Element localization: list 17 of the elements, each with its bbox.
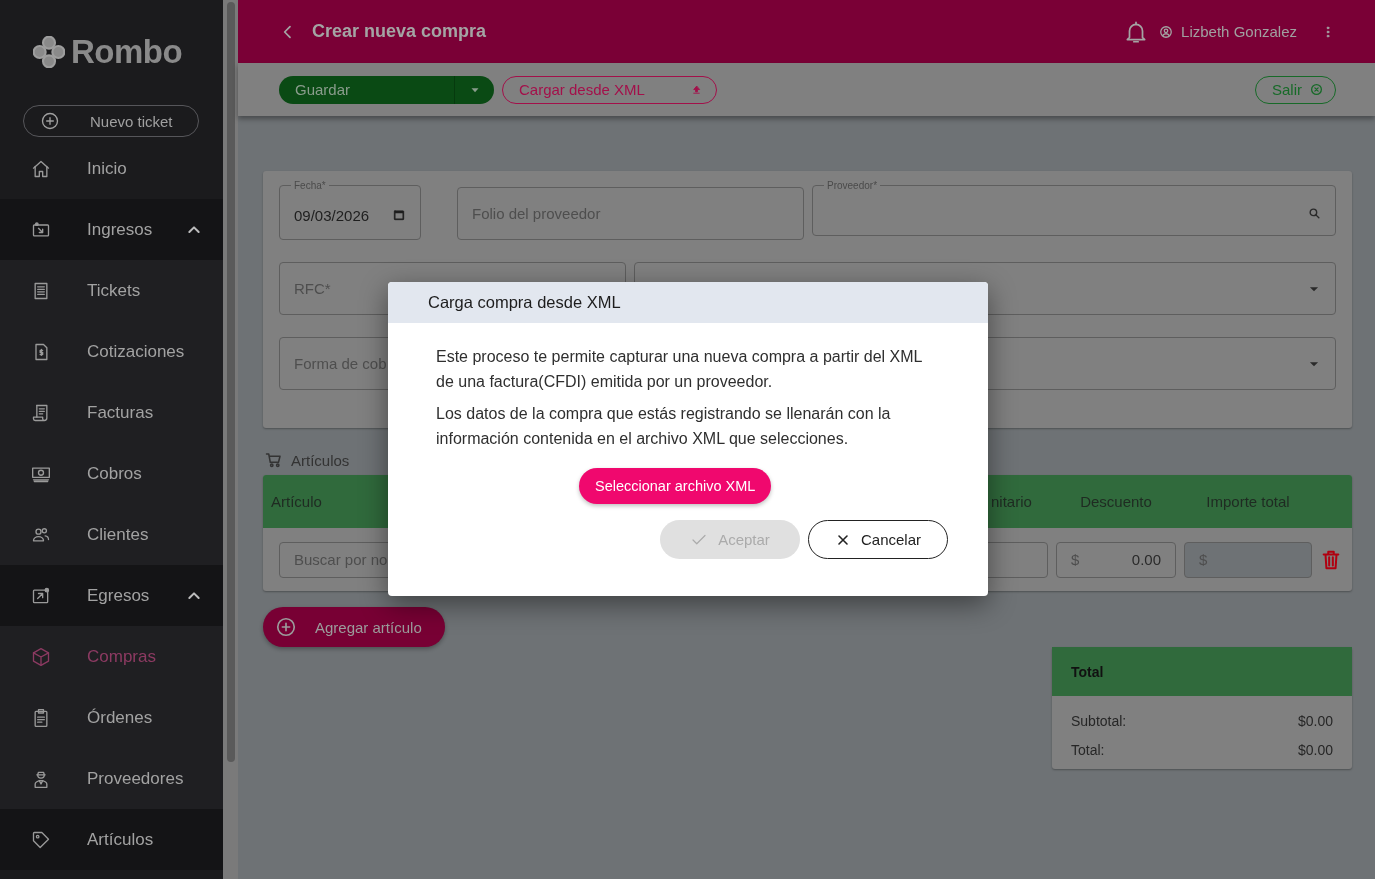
column-header: Descuento — [1079, 493, 1153, 510]
total-value: $0.00 — [1297, 741, 1333, 758]
total-amount-field: $ — [1184, 541, 1312, 578]
user-name: Lizbeth Gonzalez — [1181, 23, 1297, 40]
logo-text: Rombo — [71, 33, 183, 71]
total-label: Total: — [1071, 741, 1105, 758]
column-header: nitario — [990, 493, 1033, 510]
totals-header: Total — [1052, 647, 1352, 696]
column-header: Importe total — [1205, 493, 1291, 510]
page-title: Crear nueva compra — [312, 21, 487, 42]
total-value: $0.00 — [1297, 712, 1333, 729]
dialog-text: Los datos de la compra que estás registrando se llenarán con la información contenida en el archivo XML que selecciones. — [436, 404, 892, 449]
total-label: Subtotal: — [1071, 712, 1127, 729]
column-header: Artículo — [271, 493, 323, 510]
section-title: Artículos — [291, 451, 350, 469]
dialog-text: Este proceso te permite capturar una nueva compra a partir del XML de una factura(CFDI) emitida por un proveedor. — [436, 347, 923, 392]
dialog-title: Carga compra desde XML — [388, 282, 988, 323]
